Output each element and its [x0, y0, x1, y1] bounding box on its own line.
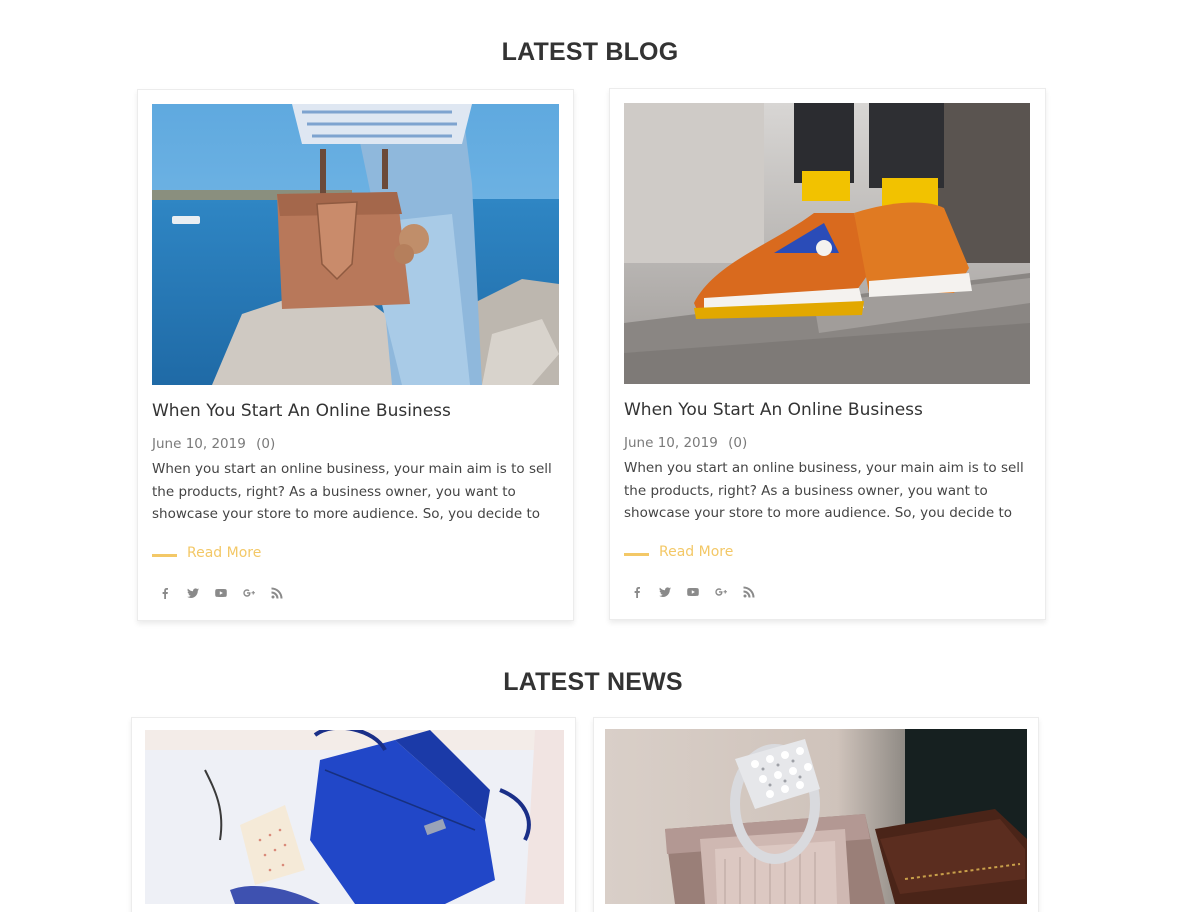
social-share-icons	[156, 584, 285, 601]
read-more-link[interactable]: Read More	[152, 545, 261, 561]
rss-icon[interactable]	[740, 583, 757, 600]
rss-icon[interactable]	[268, 584, 285, 601]
google-plus-icon[interactable]	[240, 584, 257, 601]
news-card	[593, 717, 1039, 912]
news-image-blue-backpack[interactable]	[145, 730, 564, 904]
comment-count[interactable]: (0)	[256, 436, 275, 452]
youtube-icon[interactable]	[212, 584, 229, 601]
latest-blog-heading: LATEST BLOG	[501, 38, 679, 66]
post-title[interactable]: When You Start An Online Business	[624, 400, 923, 420]
news-card	[131, 717, 576, 912]
facebook-icon[interactable]	[156, 584, 173, 601]
news-image-ring-box[interactable]	[605, 729, 1027, 904]
twitter-icon[interactable]	[184, 584, 201, 601]
post-excerpt: When you start an online business, your …	[152, 461, 552, 522]
social-share-icons	[628, 583, 757, 600]
post-meta: June 10, 2019 (0)	[152, 436, 275, 452]
youtube-icon[interactable]	[684, 583, 701, 600]
read-more-label: Read More	[659, 544, 734, 560]
google-plus-icon[interactable]	[712, 583, 729, 600]
post-meta: June 10, 2019 (0)	[624, 435, 747, 451]
post-excerpt: When you start an online business, your …	[624, 460, 1024, 521]
read-more-link[interactable]: Read More	[624, 544, 733, 560]
post-date: June 10, 2019	[624, 435, 718, 451]
twitter-icon[interactable]	[656, 583, 673, 600]
post-date: June 10, 2019	[152, 436, 246, 452]
read-more-bar	[152, 553, 177, 557]
post-image-sneakers[interactable]	[624, 103, 1030, 384]
blog-post-card: When You Start An Online Business June 1…	[609, 88, 1046, 620]
post-image-woman-handbag[interactable]	[152, 104, 559, 385]
read-more-bar	[624, 552, 649, 556]
latest-news-heading: LATEST NEWS	[503, 668, 683, 696]
comment-count[interactable]: (0)	[728, 435, 747, 451]
read-more-label: Read More	[187, 545, 262, 561]
post-title[interactable]: When You Start An Online Business	[152, 401, 451, 421]
blog-post-card: When You Start An Online Business June 1…	[137, 89, 574, 621]
facebook-icon[interactable]	[628, 583, 645, 600]
